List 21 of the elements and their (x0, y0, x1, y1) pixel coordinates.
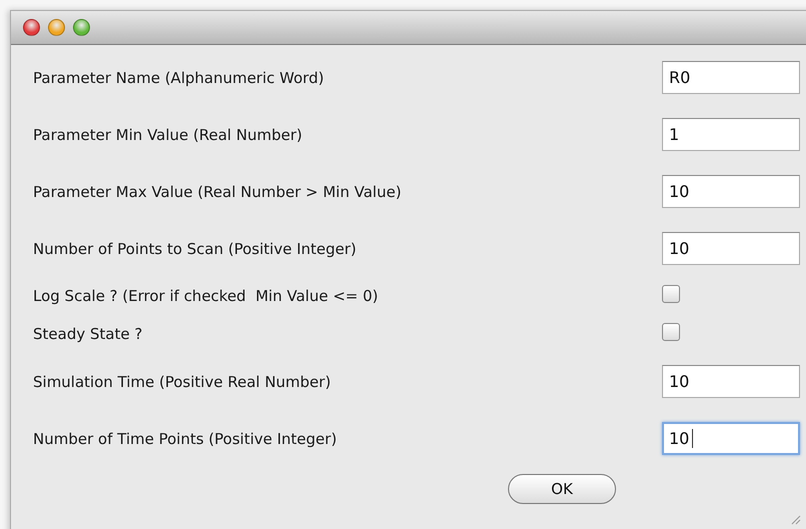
field-label: Parameter Name (Alphanumeric Word) (33, 68, 325, 86)
zoom-window-button[interactable] (73, 19, 90, 36)
field-label: Log Scale ? (Error if checked Min Value <= 0) (33, 287, 380, 305)
field-label: Number of Time Points (Positive Integer) (33, 430, 338, 448)
input-field[interactable]: 10 (662, 175, 800, 208)
input-field[interactable]: 1 (662, 118, 800, 151)
close-window-button[interactable] (23, 19, 40, 36)
field-label: Simulation Time (Positive Real Number) (33, 372, 332, 390)
checkbox[interactable] (662, 285, 680, 303)
field-label: Number of Points to Scan (Positive Integer) (33, 240, 358, 258)
input-field[interactable]: R0 (662, 61, 800, 94)
field-label: Parameter Max Value (Real Number > Min Value) (33, 182, 402, 200)
ok-button[interactable]: OK (508, 474, 616, 504)
resize-grip-icon[interactable] (789, 513, 801, 525)
field-label: Steady State ? (33, 325, 144, 343)
input-field[interactable]: 10 (662, 232, 800, 265)
field-label: Parameter Min Value (Real Number) (33, 126, 304, 144)
minimize-window-button[interactable] (48, 19, 65, 36)
input-field[interactable]: 10 (662, 422, 800, 455)
checkbox[interactable] (662, 323, 680, 341)
input-field[interactable]: 10 (662, 365, 800, 398)
